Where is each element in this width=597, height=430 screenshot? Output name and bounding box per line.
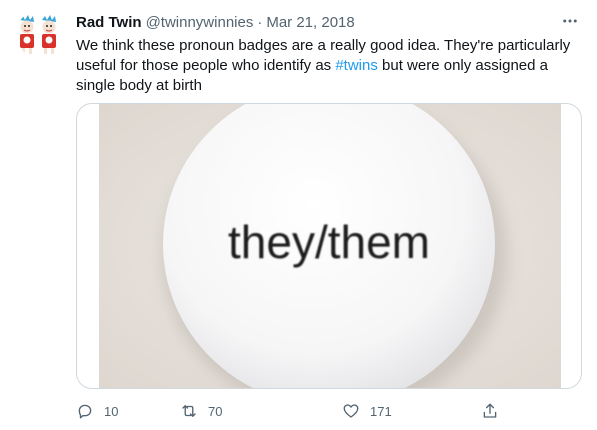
display-name[interactable]: Rad Twin [76,14,142,31]
share-button[interactable] [481,399,499,423]
retweet-icon [182,405,196,417]
retweet-button[interactable]: 70 [180,399,222,423]
tweet[interactable]: Rad Twin @twinnywinnies · Mar 21, 2018 W… [0,0,597,430]
like-button[interactable]: 171 [342,399,392,423]
avatar[interactable] [16,10,64,58]
avatar-image [16,10,64,58]
user-handle[interactable]: @twinnywinnies [146,14,254,31]
badge-text: they/them [228,216,430,268]
tweet-date[interactable]: Mar 21, 2018 [266,14,354,31]
tweet-actions: 10 70 171 [76,399,506,423]
retweet-count: 70 [208,403,223,419]
reply-icon [78,404,92,419]
tweet-media[interactable]: they/them [76,103,582,389]
share-icon [483,403,497,418]
more-button[interactable] [559,12,581,30]
badge-photo: they/them [77,104,581,388]
tweet-header: Rad Twin @twinnywinnies · Mar 21, 2018 [76,12,581,32]
hashtag-link[interactable]: #twins [335,57,378,74]
heart-icon [343,404,359,418]
more-icon [563,19,577,23]
reply-count: 10 [104,403,119,419]
like-count: 171 [370,403,392,419]
reply-button[interactable]: 10 [76,399,118,423]
header-separator: · [257,13,263,31]
tweet-text: We think these pronoun badges are a real… [76,36,581,96]
